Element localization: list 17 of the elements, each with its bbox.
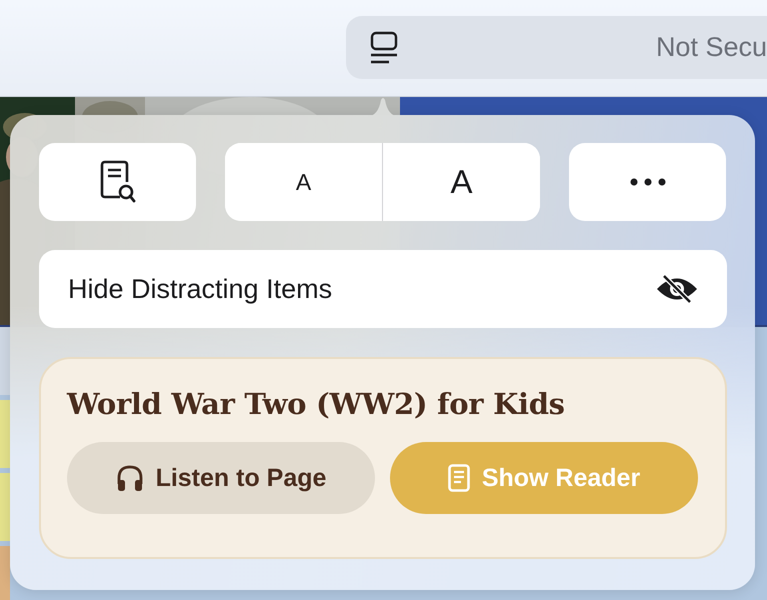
sidebar-tile: [0, 327, 10, 395]
listen-to-page-button[interactable]: Listen to Page: [67, 442, 375, 514]
document-search-icon: [100, 160, 136, 204]
sidebar-tile: [0, 400, 10, 468]
hide-distracting-items-button[interactable]: Hide Distracting Items: [39, 250, 727, 328]
more-icon: [630, 178, 666, 186]
document-icon: [448, 464, 470, 492]
security-label: Not Secu: [656, 32, 767, 63]
address-field[interactable]: Not Secu: [346, 16, 767, 79]
page-title: World War Two (WW2) for Kids: [67, 387, 566, 421]
sidebar-tile: [0, 473, 10, 541]
eye-slash-icon: [656, 274, 698, 304]
sidebar-tile: [0, 546, 10, 600]
increase-font-button[interactable]: A: [382, 143, 540, 221]
headphones-icon: [116, 464, 144, 492]
reader-search-button[interactable]: [39, 143, 196, 221]
page-menu-icon[interactable]: [370, 30, 398, 64]
